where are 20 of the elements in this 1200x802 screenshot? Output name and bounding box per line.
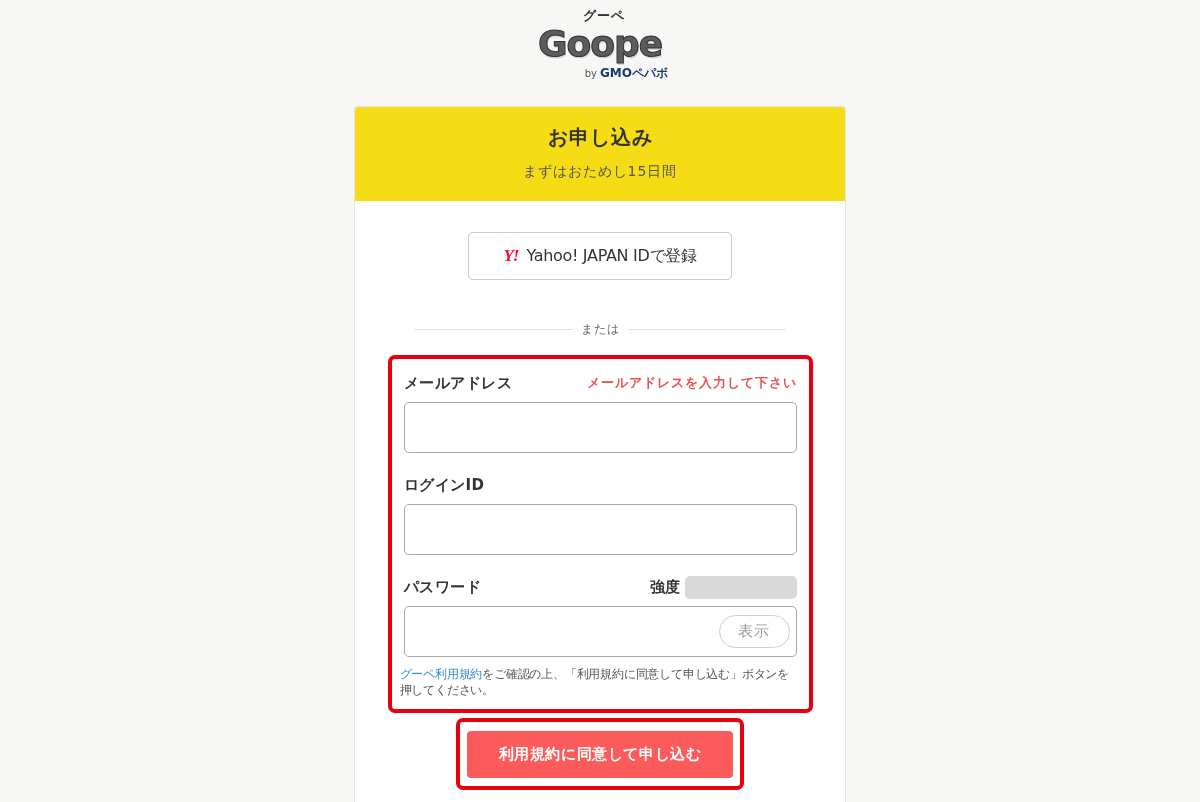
yahoo-signup-button[interactable]: Y! Yahoo! JAPAN IDで登録 bbox=[468, 232, 732, 280]
error-message: メールアドレスを入力して下さい bbox=[586, 375, 797, 392]
strength-label: 強度 bbox=[649, 578, 680, 597]
byline-text: by bbox=[584, 67, 597, 81]
field-label: パスワード bbox=[403, 578, 481, 597]
card-title: お申し込み bbox=[546, 124, 654, 151]
logo-kana-text: グーペ bbox=[583, 8, 625, 23]
field-label: メールアドレス bbox=[403, 374, 512, 393]
company-name: GMOペパボ bbox=[600, 65, 668, 81]
card-subtitle: まずはおためし15日間 bbox=[521, 162, 679, 181]
terms-link[interactable]: グーペ利用規約 bbox=[399, 667, 483, 681]
submit-button[interactable]: 利用規約に同意して申し込む bbox=[467, 731, 733, 778]
logo-wordmark: Goope bbox=[537, 23, 663, 65]
input-field[interactable] bbox=[403, 402, 797, 453]
input-field[interactable] bbox=[403, 504, 797, 555]
logo-mark: Y! bbox=[503, 247, 519, 265]
divider-label: または bbox=[580, 321, 620, 338]
password-field[interactable] bbox=[403, 606, 797, 657]
field-label: ログインID bbox=[403, 476, 485, 495]
terms-note: グーペ利用規約をご確認の上、「利用規約に同意して申し込む」ボタンを押してください。 bbox=[399, 666, 790, 698]
